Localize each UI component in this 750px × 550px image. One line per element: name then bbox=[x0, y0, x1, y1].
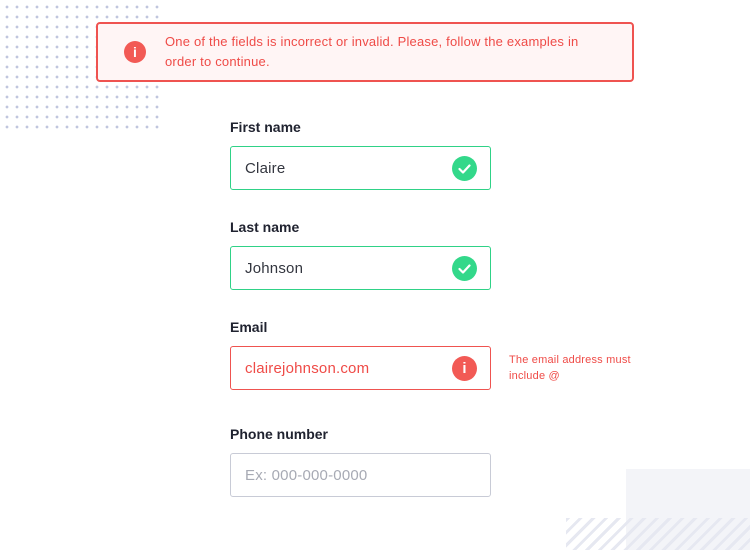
check-circle-icon bbox=[452, 156, 477, 181]
error-banner-message: One of the fields is incorrect or invali… bbox=[165, 34, 579, 69]
error-banner: i One of the fields is incorrect or inva… bbox=[96, 22, 634, 82]
first-name-label: First name bbox=[230, 119, 301, 135]
signup-form: First name Last name Email i bbox=[230, 118, 631, 497]
email-label: Email bbox=[230, 319, 268, 335]
last-name-label: Last name bbox=[230, 219, 300, 235]
first-name-field-group: First name bbox=[230, 118, 492, 190]
last-name-input-container bbox=[230, 246, 491, 290]
phone-input-container bbox=[230, 453, 491, 497]
last-name-field-group: Last name bbox=[230, 218, 492, 290]
alert-circle-icon: i bbox=[452, 356, 477, 381]
alert-circle-icon: i bbox=[124, 41, 146, 63]
phone-number-input[interactable] bbox=[231, 454, 490, 496]
email-error-message: The email address must include @ bbox=[509, 354, 631, 382]
check-circle-icon bbox=[452, 256, 477, 281]
phone-field-group: Phone number bbox=[230, 425, 492, 497]
phone-number-label: Phone number bbox=[230, 426, 329, 442]
email-field-group: Email i The email address must include @ bbox=[230, 318, 631, 390]
email-input-container: i bbox=[230, 346, 491, 390]
first-name-input-container bbox=[230, 146, 491, 190]
stripe-pattern-decoration bbox=[566, 518, 750, 550]
